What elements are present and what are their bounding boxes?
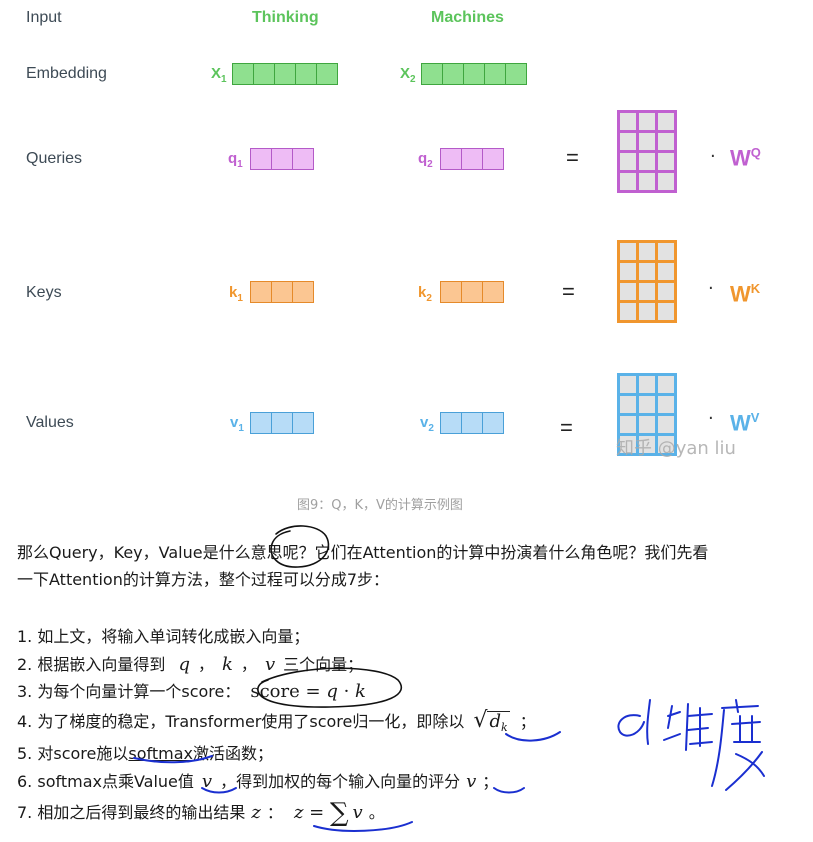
ink-oval-score-formula xyxy=(257,667,403,708)
ink-du-char xyxy=(711,699,765,791)
ink-circle-yisi xyxy=(270,525,330,568)
handwritten-annotations xyxy=(133,525,765,832)
ink-underline-softmax xyxy=(133,755,213,764)
ink-d-letter xyxy=(617,699,651,745)
ink-underline-sum xyxy=(313,821,413,832)
ink-underline-sqrt xyxy=(505,731,561,742)
ink-underline-v2 xyxy=(493,787,525,794)
ink-wei-char xyxy=(663,703,713,751)
ink-underline-v1 xyxy=(201,787,237,794)
